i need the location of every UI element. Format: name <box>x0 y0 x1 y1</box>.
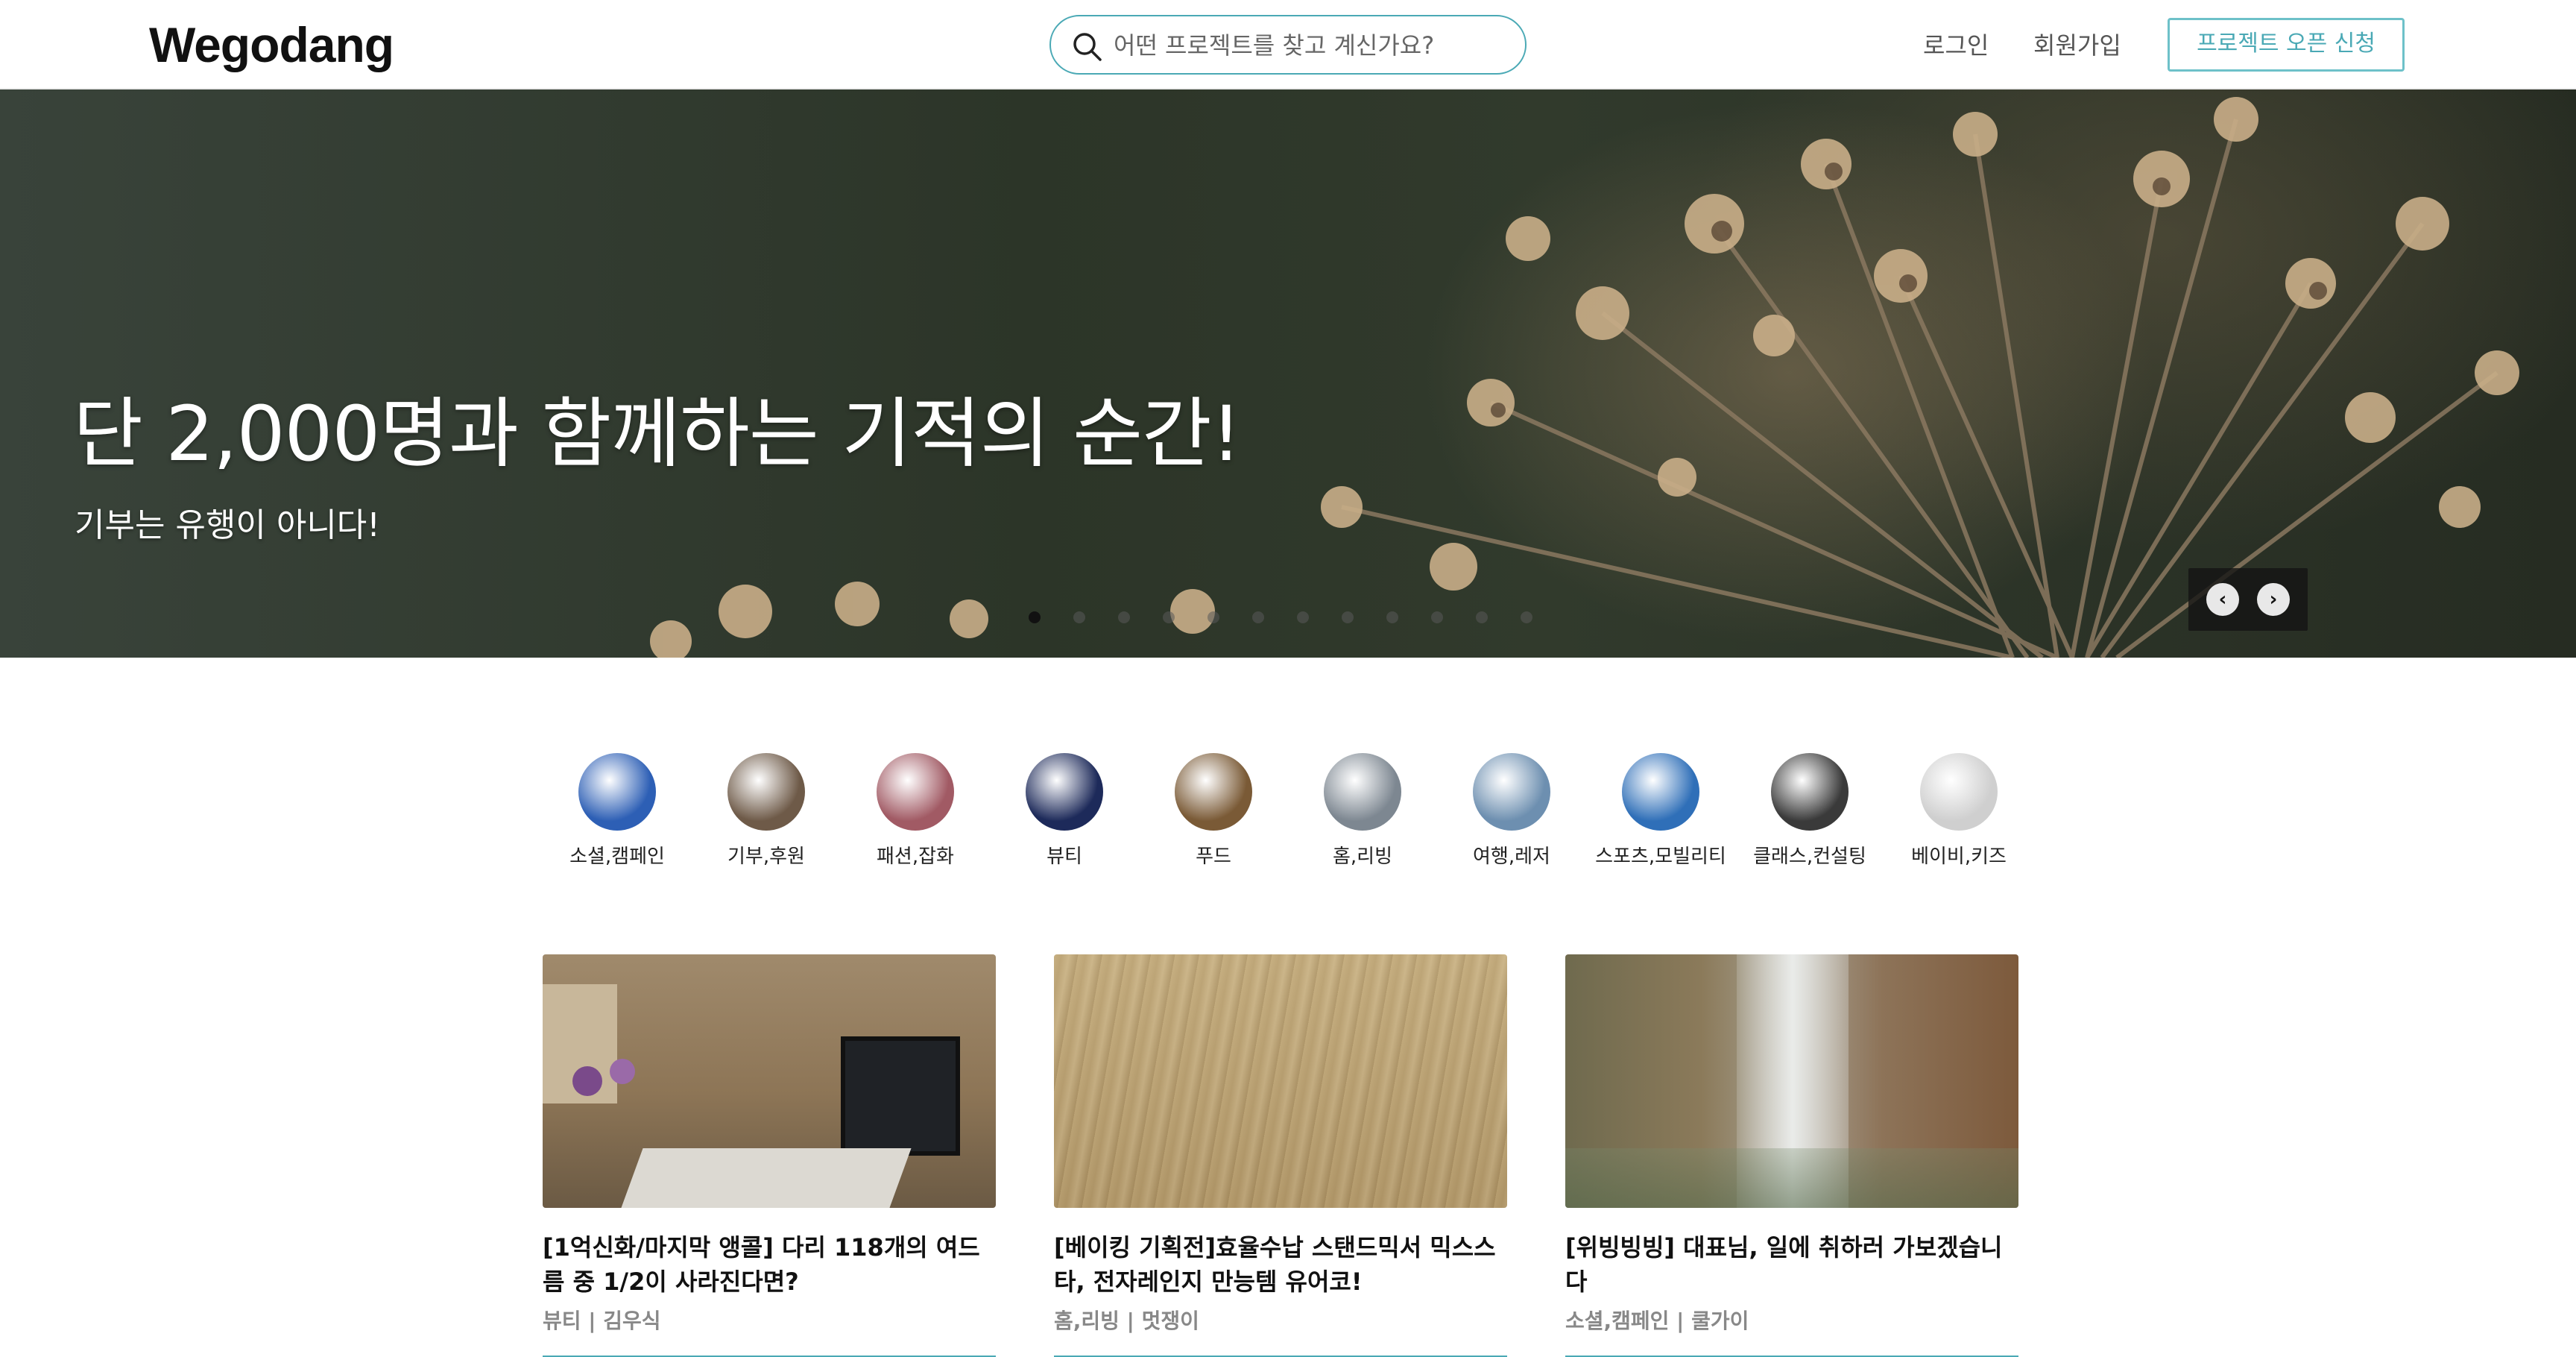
slide-dot[interactable] <box>1029 611 1041 623</box>
project-card[interactable]: [1억신화/마지막 앵콜] 다리 118개의 여드름 중 1/2이 사라진다면?… <box>543 954 996 1357</box>
category-label[interactable]: 스포츠,모빌리티 <box>1586 841 1735 869</box>
category-list: 소셜,캠페인 기부,후원 패션,잡화 뷰티 푸드 홈,리빙 여행,레저 스포츠,모빌리티 클래스… <box>0 753 2576 880</box>
category-image[interactable] <box>578 753 656 831</box>
signup-link[interactable]: 회원가입 <box>2033 27 2121 61</box>
slide-dot[interactable] <box>1118 611 1130 623</box>
category-item[interactable]: 홈,리빙 <box>1288 753 1437 869</box>
card-meta: 소셜,캠페인 | 쿨가이 <box>1565 1309 1749 1333</box>
category-image[interactable] <box>877 753 954 831</box>
category-label[interactable]: 기부,후원 <box>692 841 841 869</box>
search-bar[interactable] <box>1049 15 1527 75</box>
open-project-button[interactable]: 프로젝트 오픈 신청 <box>2168 18 2405 72</box>
hero-title: 단 2,000명과 함께하는 기적의 순간! <box>73 390 1242 479</box>
hero-banner: 단 2,000명과 함께하는 기적의 순간! 기부는 유행이 아니다! ‹ › <box>0 89 2576 658</box>
site-logo[interactable]: Wegodang <box>149 16 394 73</box>
slide-controls: ‹ › <box>2188 568 2308 631</box>
slide-dot[interactable] <box>1342 611 1354 623</box>
category-image[interactable] <box>1920 753 1998 831</box>
slide-dot[interactable] <box>1252 611 1264 623</box>
category-item[interactable]: 기부,후원 <box>692 753 841 869</box>
slide-dot[interactable] <box>1073 611 1085 623</box>
site-header: Wegodang 로그인 회원가입 프로젝트 오픈 신청 <box>0 0 2576 89</box>
category-item[interactable]: 패션,잡화 <box>841 753 990 869</box>
category-image[interactable] <box>1026 753 1103 831</box>
login-link[interactable]: 로그인 <box>1923 27 1989 61</box>
search-input[interactable] <box>1114 27 1501 64</box>
category-item[interactable]: 클래스,컨설팅 <box>1735 753 1884 869</box>
card-thumbnail[interactable] <box>543 954 996 1208</box>
card-title[interactable]: [베이킹 기획전]효율수납 스탠드믹서 믹스스타, 전자레인지 만능템 유어코! <box>1054 1230 1507 1299</box>
card-title[interactable]: [1억신화/마지막 앵콜] 다리 118개의 여드름 중 1/2이 사라진다면? <box>543 1230 996 1299</box>
category-item[interactable]: 뷰티 <box>990 753 1139 869</box>
category-label[interactable]: 패션,잡화 <box>841 841 990 869</box>
card-thumbnail[interactable] <box>1054 954 1507 1208</box>
category-label[interactable]: 베이비,키즈 <box>1884 841 2033 869</box>
project-card[interactable]: [베이킹 기획전]효율수납 스탠드믹서 믹스스타, 전자레인지 만능템 유어코!… <box>1054 954 1507 1357</box>
category-label[interactable]: 소셜,캠페인 <box>543 841 692 869</box>
category-image[interactable] <box>1771 753 1849 831</box>
slide-dot[interactable] <box>1163 611 1175 623</box>
category-image[interactable] <box>1622 753 1699 831</box>
chevron-right-icon[interactable]: › <box>2257 583 2290 616</box>
category-label[interactable]: 여행,레저 <box>1437 841 1586 869</box>
slide-dot[interactable] <box>1431 611 1443 623</box>
slide-dot[interactable] <box>1521 611 1532 623</box>
slide-dot[interactable] <box>1297 611 1309 623</box>
card-meta: 뷰티 | 김우식 <box>543 1309 661 1333</box>
category-item[interactable]: 여행,레저 <box>1437 753 1586 869</box>
category-item[interactable]: 푸드 <box>1139 753 1288 869</box>
category-image[interactable] <box>727 753 805 831</box>
category-item[interactable]: 베이비,키즈 <box>1884 753 2033 869</box>
chevron-left-icon[interactable]: ‹ <box>2206 583 2239 616</box>
category-item[interactable]: 소셜,캠페인 <box>543 753 692 869</box>
card-meta: 홈,리빙 | 멋쟁이 <box>1054 1309 1199 1333</box>
category-image[interactable] <box>1175 753 1252 831</box>
category-label[interactable]: 푸드 <box>1139 841 1288 869</box>
slide-dot[interactable] <box>1208 611 1219 623</box>
search-icon <box>1073 33 1102 61</box>
category-image[interactable] <box>1473 753 1550 831</box>
category-image[interactable] <box>1324 753 1401 831</box>
hero-subtitle: 기부는 유행이 아니다! <box>75 506 380 544</box>
category-label[interactable]: 홈,리빙 <box>1288 841 1437 869</box>
category-item[interactable]: 스포츠,모빌리티 <box>1586 753 1735 869</box>
category-label[interactable]: 뷰티 <box>990 841 1139 869</box>
card-thumbnail[interactable] <box>1565 954 2018 1208</box>
card-title[interactable]: [위빙빙빙] 대표님, 일에 취하러 가보겠습니다 <box>1565 1230 2018 1299</box>
project-card[interactable]: [위빙빙빙] 대표님, 일에 취하러 가보겠습니다 소셜,캠페인 | 쿨가이 <box>1565 954 2018 1357</box>
slide-dot[interactable] <box>1476 611 1488 623</box>
category-label[interactable]: 클래스,컨설팅 <box>1735 841 1884 869</box>
slide-dot[interactable] <box>1386 611 1398 623</box>
